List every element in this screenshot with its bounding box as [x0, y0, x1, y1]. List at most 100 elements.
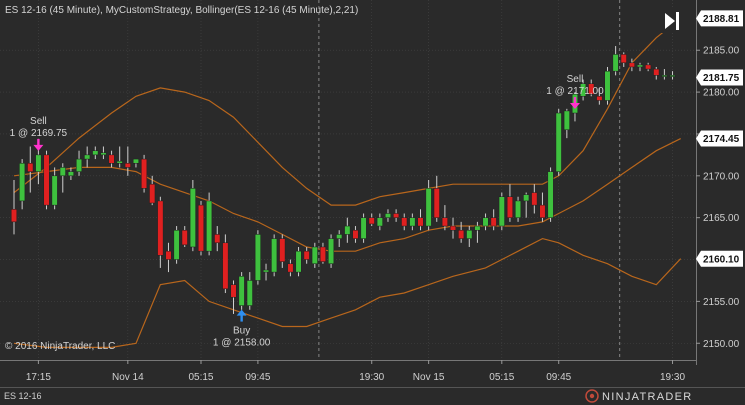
chart-title: ES 12-16 (45 Minute), MyCustomStrategy, …: [5, 5, 358, 16]
candle-body: [295, 250, 302, 273]
candle-body: [604, 70, 611, 101]
price-badge-value: 2181.75: [703, 73, 740, 84]
buy-arrow-shaft: [240, 314, 243, 322]
candle-body: [523, 194, 530, 202]
candle-body: [490, 217, 497, 227]
candle-up: [604, 66, 611, 105]
candle-body: [637, 64, 644, 68]
candle-body: [11, 209, 17, 223]
x-tick-label: 05:15: [489, 372, 514, 383]
candle-body: [506, 196, 513, 218]
candle-body: [425, 188, 432, 227]
candle-body: [92, 150, 99, 156]
candle-body: [498, 196, 505, 227]
candle-body: [230, 284, 237, 298]
price-badge-value: 2174.45: [703, 134, 740, 145]
candle-body: [132, 158, 139, 164]
candle-body: [271, 238, 278, 273]
candle-body: [263, 269, 270, 273]
candle-up: [271, 234, 278, 277]
candle-body: [51, 175, 58, 206]
x-tick-label: 17:15: [26, 372, 51, 383]
price-badge: 2181.75: [696, 69, 743, 86]
candle-body: [108, 154, 115, 164]
candle-body: [173, 229, 180, 260]
candle-down: [222, 234, 229, 294]
collapse-bar-icon: [676, 12, 679, 30]
x-tick-label: 19:30: [660, 372, 685, 383]
candle-up: [555, 108, 562, 176]
candle-up: [328, 234, 335, 268]
candle-body: [531, 192, 538, 206]
candle-body: [19, 163, 26, 202]
sell-signal-label: Sell: [30, 116, 47, 127]
price-badge-value: 2188.81: [703, 14, 740, 25]
instrument-tab[interactable]: ES 12-16: [4, 391, 42, 401]
y-tick-label: 2165.00: [703, 213, 740, 224]
candle-body: [482, 217, 489, 227]
candle-body: [149, 183, 156, 204]
candle-up: [360, 213, 367, 243]
candle-body: [181, 229, 188, 246]
y-axis: 2150.002155.002160.002165.002170.002175.…: [696, 0, 743, 365]
candle-body: [222, 242, 229, 290]
candle-body: [368, 217, 375, 225]
y-tick-label: 2150.00: [703, 339, 740, 350]
buy-signal-price: 1 @ 2158.00: [213, 338, 271, 349]
candle-body: [67, 171, 74, 177]
y-tick-label: 2180.00: [703, 88, 740, 99]
candle-body: [100, 152, 107, 156]
candle-body: [547, 171, 554, 218]
price-badge-value: 2160.10: [703, 254, 740, 265]
candle-body: [311, 246, 318, 264]
candle-body: [563, 110, 570, 131]
candle-body: [661, 75, 668, 77]
candle-body: [165, 250, 172, 260]
candle-down: [141, 154, 148, 193]
y-tick-label: 2155.00: [703, 297, 740, 308]
price-chart[interactable]: Sell1 @ 2169.75Buy1 @ 2158.00Sell1 @ 217…: [0, 0, 745, 405]
candle-up: [173, 226, 180, 264]
candle-up: [547, 167, 554, 222]
candle-body: [303, 250, 310, 260]
candle-up: [206, 192, 213, 256]
collapse-panel-button[interactable]: [661, 9, 683, 33]
candle-body: [433, 188, 440, 218]
candle-body: [141, 158, 148, 189]
candle-body: [458, 229, 465, 239]
candle-body: [59, 167, 66, 177]
price-badge: 2188.81: [696, 10, 743, 27]
candle-body: [360, 217, 367, 239]
candle-body: [450, 225, 457, 231]
candle-body: [409, 217, 416, 227]
candle-body: [539, 204, 546, 218]
price-badge: 2160.10: [696, 250, 743, 267]
candle-body: [352, 229, 359, 239]
candle-body: [555, 112, 562, 172]
candle-up: [295, 246, 302, 277]
sell-signal-price: 1 @ 2171.00: [546, 86, 604, 97]
candle-body: [393, 213, 400, 218]
x-tick-label: 05:15: [188, 372, 213, 383]
candle-body: [43, 154, 50, 206]
y-tick-label: 2185.00: [703, 46, 740, 57]
candle-body: [27, 163, 34, 172]
candle-body: [401, 217, 408, 227]
candle-body: [620, 54, 627, 64]
candle-body: [344, 225, 351, 235]
candle-body: [474, 225, 481, 231]
candle-body: [328, 238, 335, 264]
candle-body: [116, 160, 123, 164]
candle-body: [35, 154, 42, 172]
candle-body: [197, 204, 204, 252]
y-tick-label: 2170.00: [703, 171, 740, 182]
brand-text: NINJATRADER: [602, 391, 693, 403]
candle-up: [238, 272, 245, 310]
candle-body: [206, 200, 213, 252]
sell-arrow-shaft: [573, 97, 577, 105]
candle-body: [279, 238, 286, 262]
candle-up: [189, 180, 196, 252]
x-tick-label: Nov 15: [413, 372, 445, 383]
candle-body: [336, 234, 343, 239]
candle-body: [124, 163, 131, 168]
